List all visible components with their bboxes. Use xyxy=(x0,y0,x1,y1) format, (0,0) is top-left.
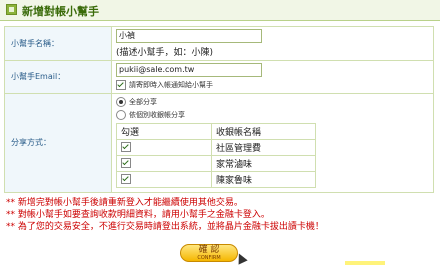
email-input[interactable] xyxy=(116,63,262,77)
table-row: 社區管理費 xyxy=(116,139,316,156)
email-notify-checkbox[interactable] xyxy=(116,80,126,90)
email-cell: 請寄即時入帳通知給小幫手 xyxy=(111,60,434,94)
account-name: 陳家魯味 xyxy=(211,171,316,188)
name-cell: (描述小幫手，如：小陳) xyxy=(111,26,434,61)
decorative-bar xyxy=(345,261,385,265)
name-hint: (描述小幫手，如：小陳) xyxy=(116,48,214,58)
email-notify-label: 請寄即時入帳通知給小幫手 xyxy=(129,81,213,89)
account-name: 社區管理費 xyxy=(211,139,316,156)
notice-item: ** 新增完對帳小幫手後請重新登入才能繼續使用其他交易。 xyxy=(6,198,243,208)
name-input[interactable] xyxy=(116,29,262,43)
name-label: 小幫手名稱： xyxy=(4,26,112,61)
share-table-header-name: 收銀帳名稱 xyxy=(211,123,316,140)
row-checkbox[interactable] xyxy=(121,158,131,169)
header-icon xyxy=(6,4,17,15)
share-by-account-label: 依個別收銀帳分享 xyxy=(129,110,185,119)
notice-item: ** 對帳小幫手如要查詢收款明細資料，請用小幫手之金融卡登入。 xyxy=(6,210,270,220)
share-cell: 全部分享 依個別收銀帳分享 勾選 收銀帳名稱 社區管理費 家常滷味 陳家魯味 xyxy=(111,92,434,193)
email-label: 小幫手Email： xyxy=(4,60,112,94)
share-by-account-radio[interactable] xyxy=(116,109,126,120)
row-checkbox[interactable] xyxy=(121,174,131,185)
page-header: 新增對帳小幫手 xyxy=(0,0,440,21)
row-checkbox[interactable] xyxy=(121,142,131,153)
assistant-form: 小幫手名稱： (描述小幫手，如：小陳) 小幫手Email： 請寄即時入帳通知給小… xyxy=(4,26,434,193)
share-table: 勾選 收銀帳名稱 社區管理費 家常滷味 陳家魯味 xyxy=(116,123,316,188)
share-all-label: 全部分享 xyxy=(129,98,157,106)
confirm-button[interactable]: 確 認 CONFIRM xyxy=(180,244,238,262)
share-label: 分享方式： xyxy=(4,92,112,193)
notice-item: ** 為了您的交易安全，不進行交易時請登出系統，並將晶片金融卡拔出讀卡機！ xyxy=(6,222,324,232)
notice-list: ** 新增完對帳小幫手後請重新登入才能繼續使用其他交易。 ** 對帳小幫手如要查… xyxy=(6,197,436,233)
share-table-header-check: 勾選 xyxy=(116,123,212,140)
pointer-cursor-icon xyxy=(234,251,248,265)
account-name: 家常滷味 xyxy=(211,155,316,172)
table-row: 家常滷味 xyxy=(116,155,316,172)
confirm-sublabel: CONFIRM xyxy=(197,255,221,261)
share-all-radio[interactable] xyxy=(116,97,126,107)
table-row: 陳家魯味 xyxy=(116,171,316,188)
confirm-label: 確 認 xyxy=(198,245,220,255)
page-title: 新增對帳小幫手 xyxy=(22,5,99,18)
